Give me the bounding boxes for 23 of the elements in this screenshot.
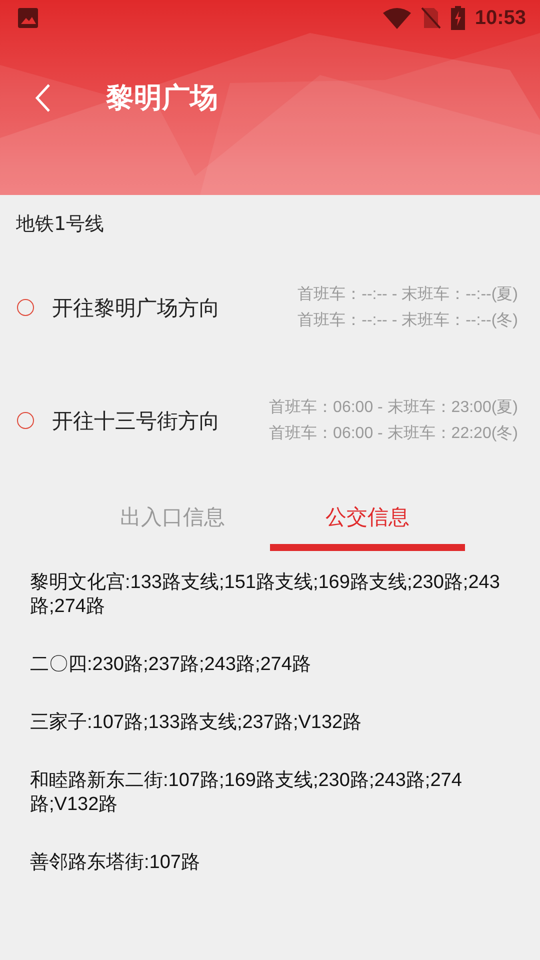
bus-stop-text: 黎明文化宫:133路支线;151路支线;169路支线;230路;243路;274路 — [30, 571, 500, 619]
battery-charging-icon — [450, 6, 465, 30]
direction-label: 开往黎明广场方向 — [52, 294, 221, 322]
back-icon — [35, 84, 51, 112]
direction-label: 开往十三号街方向 — [52, 408, 221, 434]
bus-stop-text: 三家子:107路;133路支线;237路;V132路 — [30, 711, 363, 735]
wifi-icon — [382, 7, 411, 29]
schedule-text: 首班车：--:-- - 末班车：--:--(夏) — [298, 284, 518, 305]
bus-stop-text: 和睦路新东二街:107路;169路支线;230路;243路;274路;V132路 — [30, 769, 463, 817]
schedule-text: 首班车：--:-- - 末班车：--:--(冬) — [298, 310, 518, 331]
radio-button[interactable] — [17, 299, 34, 316]
tab[interactable]: 公交信息 — [270, 489, 465, 551]
schedule-text: 首班车：06:00 - 末班车：22:20(冬) — [269, 424, 518, 444]
radio-button[interactable] — [17, 412, 34, 429]
image-icon — [17, 7, 39, 29]
tab[interactable]: 出入口信息 — [75, 489, 270, 551]
page-title: 黎明广场 — [106, 80, 218, 116]
bus-stop-text: 二〇四:230路;237路;243路;274路 — [30, 653, 312, 677]
status-time: 10:53 — [474, 6, 526, 30]
bus-stop-text: 善邻路东塔街:107路 — [30, 851, 201, 875]
schedule-text: 首班车：06:00 - 末班车：23:00(夏) — [269, 398, 518, 418]
no-sim-icon — [420, 7, 441, 29]
line-name: 地铁1号线 — [15, 212, 106, 237]
